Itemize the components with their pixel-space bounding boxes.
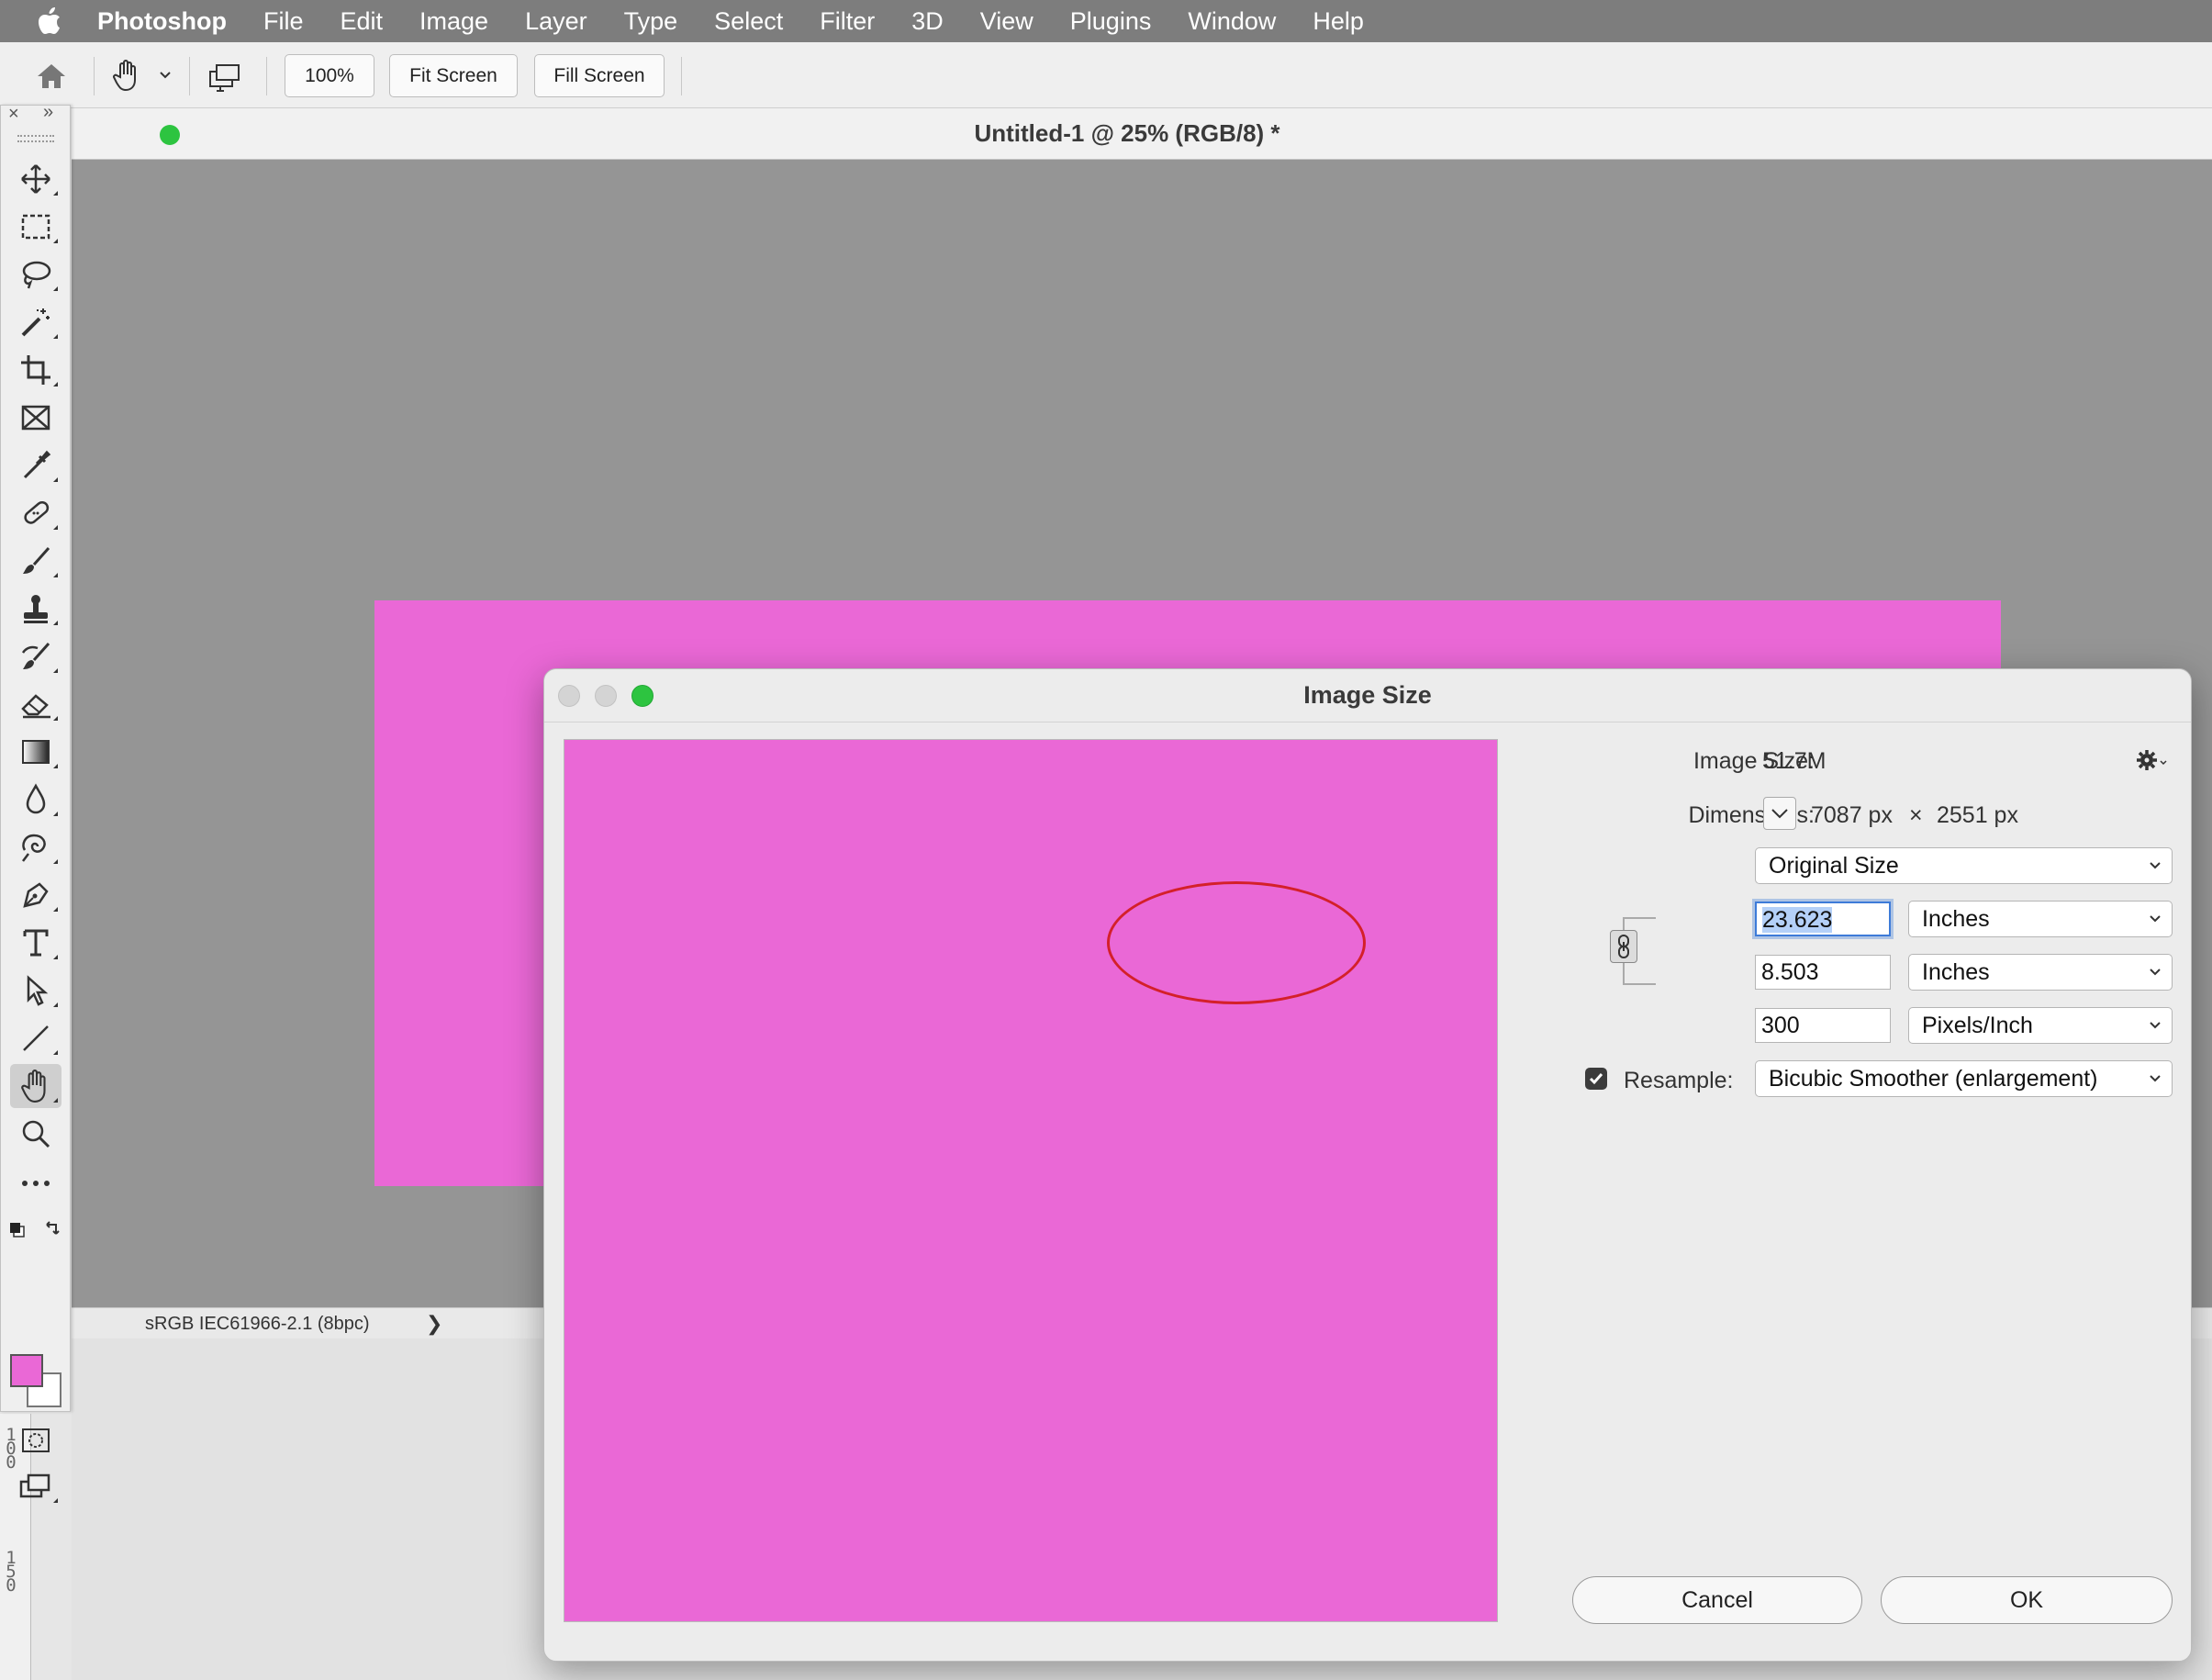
width-unit-select[interactable]: Inches: [1908, 901, 2173, 937]
lasso-tool-icon[interactable]: [10, 252, 61, 297]
image-size-dialog: Image Size Image Size: 51.7M Dimensions:…: [543, 668, 2192, 1662]
color-profile-status: sRGB IEC61966-2.1 (8bpc): [145, 1314, 370, 1334]
brush-tool-icon[interactable]: [10, 539, 61, 583]
collapse-panel-icon[interactable]: »: [43, 102, 53, 123]
resample-checkbox[interactable]: [1585, 1068, 1607, 1090]
menu-view[interactable]: View: [980, 7, 1033, 36]
type-tool-icon[interactable]: [10, 921, 61, 965]
menu-layer[interactable]: Layer: [525, 7, 587, 36]
dimensions-unit-dropdown[interactable]: [1763, 797, 1796, 830]
hand-tool-preset-icon[interactable]: [108, 57, 145, 94]
close-panel-icon[interactable]: ×: [8, 104, 19, 125]
width-unit-value: Inches: [1922, 906, 1990, 932]
cancel-button[interactable]: Cancel: [1572, 1576, 1862, 1624]
width-input[interactable]: 23.623: [1755, 902, 1891, 936]
fit-to-value: Original Size: [1769, 853, 1899, 879]
fit-screen-button[interactable]: Fit Screen: [389, 54, 518, 97]
dialog-title: Image Size: [1303, 681, 1432, 709]
height-input[interactable]: 8.503: [1755, 955, 1891, 990]
chevron-down-icon: [2148, 1061, 2162, 1106]
healing-brush-tool-icon[interactable]: [10, 491, 61, 535]
menu-help[interactable]: Help: [1313, 7, 1364, 36]
settings-gear-icon[interactable]: [2134, 746, 2171, 776]
frame-tool-icon[interactable]: [10, 396, 61, 440]
document-tab-bar: Untitled-1 @ 25% (RGB/8) *: [72, 108, 2212, 160]
image-size-value: 51.7M: [1762, 748, 1827, 774]
hand-tool-icon[interactable]: [10, 1064, 61, 1108]
dimensions-times: ×: [1909, 802, 1923, 828]
more-tools-icon[interactable]: [10, 1161, 61, 1205]
path-selection-tool-icon[interactable]: [10, 969, 61, 1013]
menu-3d[interactable]: 3D: [911, 7, 944, 36]
menu-file[interactable]: File: [263, 7, 304, 36]
menu-type[interactable]: Type: [624, 7, 678, 36]
menu-plugins[interactable]: Plugins: [1070, 7, 1152, 36]
status-menu-arrow[interactable]: ❯: [426, 1312, 442, 1336]
image-preview[interactable]: [564, 739, 1498, 1622]
fit-to-select[interactable]: Original Size: [1755, 847, 2173, 884]
menu-select[interactable]: Select: [714, 7, 783, 36]
constrain-proportions-link-icon[interactable]: [1610, 930, 1637, 963]
dodge-tool-icon[interactable]: [10, 825, 61, 869]
chevron-down-icon: [1771, 809, 1788, 819]
resample-method-value: Bicubic Smoother (enlargement): [1769, 1066, 2098, 1092]
resolution-input[interactable]: 300: [1755, 1008, 1891, 1043]
resolution-unit-value: Pixels/Inch: [1922, 1013, 2033, 1038]
blur-tool-icon[interactable]: [10, 778, 61, 822]
checkmark-icon: [1589, 1073, 1603, 1085]
height-unit-value: Inches: [1922, 959, 1990, 985]
pen-tool-icon[interactable]: [10, 873, 61, 917]
move-tool-icon[interactable]: [10, 157, 61, 201]
resample-method-select[interactable]: Bicubic Smoother (enlargement): [1755, 1060, 2173, 1097]
scroll-all-windows-icon[interactable]: [206, 59, 244, 94]
chevron-down-icon: [2148, 1008, 2162, 1053]
foreground-color-swatch[interactable]: [10, 1354, 43, 1387]
gradient-tool-icon[interactable]: [10, 730, 61, 774]
menu-edit[interactable]: Edit: [341, 7, 384, 36]
options-separator: [94, 57, 95, 95]
fill-screen-button[interactable]: Fill Screen: [534, 54, 665, 97]
zoom-100-button[interactable]: 100%: [285, 54, 374, 97]
document-title[interactable]: Untitled-1 @ 25% (RGB/8) *: [72, 119, 2183, 148]
options-separator: [266, 57, 267, 95]
default-colors-icon[interactable]: [10, 1215, 61, 1248]
tools-panel: × »: [0, 102, 71, 1503]
chevron-down-icon: [2148, 848, 2162, 893]
width-input-value: 23.623: [1762, 907, 1833, 933]
menu-window[interactable]: Window: [1188, 7, 1276, 36]
dimensions-width-value: 7087 px: [1811, 802, 1893, 828]
ok-button[interactable]: OK: [1881, 1576, 2173, 1624]
dialog-titlebar[interactable]: Image Size: [544, 669, 2191, 722]
quick-mask-icon[interactable]: [10, 1418, 61, 1462]
history-brush-tool-icon[interactable]: [10, 634, 61, 678]
chevron-down-icon[interactable]: [156, 66, 174, 84]
options-separator: [681, 57, 682, 95]
height-unit-select[interactable]: Inches: [1908, 954, 2173, 991]
crop-tool-icon[interactable]: [10, 348, 61, 392]
chevron-down-icon: [2148, 955, 2162, 1000]
dimensions-height-value: 2551 px: [1937, 802, 2018, 828]
resolution-unit-select[interactable]: Pixels/Inch: [1908, 1007, 2173, 1044]
screen-mode-icon[interactable]: [10, 1464, 61, 1508]
magic-wand-tool-icon[interactable]: [10, 300, 61, 344]
marquee-tool-icon[interactable]: [10, 205, 61, 249]
chevron-down-icon: [2148, 902, 2162, 946]
eraser-tool-icon[interactable]: [10, 682, 61, 726]
menu-filter[interactable]: Filter: [820, 7, 875, 36]
ruler-label-150-digit: 0: [6, 1575, 17, 1596]
menu-app-photoshop[interactable]: Photoshop: [97, 7, 227, 36]
zoom-tool-icon[interactable]: [10, 1112, 61, 1156]
resample-label: Resample:: [1624, 1068, 1734, 1093]
options-bar: 100% Fit Screen Fill Screen: [0, 42, 2212, 108]
eyedropper-tool-icon[interactable]: [10, 443, 61, 487]
panel-grip[interactable]: [17, 135, 54, 142]
line-tool-icon[interactable]: [10, 1016, 61, 1060]
home-icon[interactable]: [33, 59, 70, 94]
menu-image[interactable]: Image: [419, 7, 488, 36]
options-separator: [189, 57, 190, 95]
apple-menu-icon[interactable]: [33, 5, 66, 38]
menu-bar: Photoshop File Edit Image Layer Type Sel…: [0, 0, 2212, 42]
clone-stamp-tool-icon[interactable]: [10, 587, 61, 631]
